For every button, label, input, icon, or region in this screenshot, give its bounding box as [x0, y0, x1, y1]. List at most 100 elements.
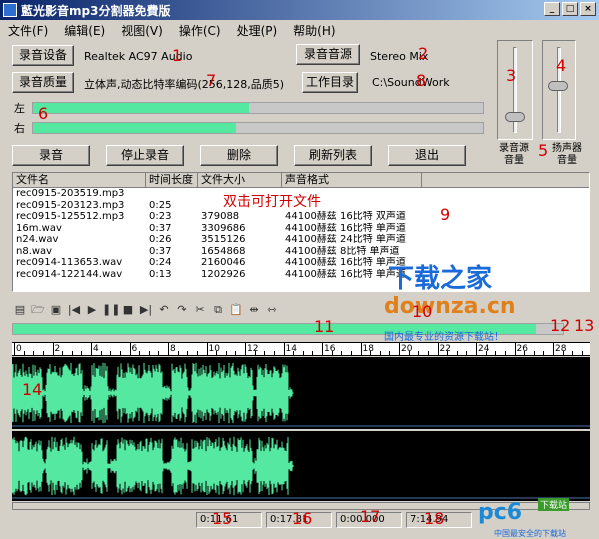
source-volume-label: 录音源 音量: [499, 143, 529, 166]
ruler-tick-label: 22: [439, 344, 451, 354]
cell-duration: 0:37: [149, 222, 172, 234]
ruler-tick: [91, 343, 92, 356]
source-volume-slider[interactable]: [497, 40, 533, 140]
delete-button[interactable]: 删除: [200, 145, 278, 166]
ruler-minor-tick: [81, 351, 83, 356]
list-item[interactable]: rec0914-113653.wav 0:24 2160046 44100赫兹 16比…: [13, 257, 589, 269]
ruler-tick-label: 28: [555, 344, 567, 354]
refresh-list-button[interactable]: 刷新列表: [294, 145, 372, 166]
ruler-minor-tick: [235, 351, 237, 356]
annotation-6: 6: [38, 104, 49, 123]
menu-process[interactable]: 处理(P): [229, 22, 286, 39]
ruler-tick: [322, 343, 323, 356]
ruler-minor-tick: [312, 351, 314, 356]
ruler-minor-tick: [370, 351, 372, 356]
cell-filesize: 379088: [201, 211, 240, 222]
record-quality-button[interactable]: 录音质量: [12, 72, 74, 93]
cell-filesize: 1654868: [201, 245, 246, 257]
list-item[interactable]: 16m.wav 0:37 3309686 44100赫兹 16比特 单声道: [13, 223, 589, 235]
annotation-18: 18: [424, 509, 445, 528]
watermark-pc6: pc6: [478, 500, 523, 525]
menu-view[interactable]: 视图(V): [113, 22, 171, 39]
speaker-volume-slider[interactable]: [542, 40, 576, 140]
cell-filename: rec0914-122144.wav: [16, 268, 123, 280]
split-icon[interactable]: ⇿: [264, 302, 280, 318]
close-button[interactable]: ×: [580, 2, 596, 16]
cell-duration: 0:26: [149, 234, 172, 245]
col-format[interactable]: 声音格式: [282, 173, 422, 187]
annotation-1: 1: [172, 46, 183, 65]
left-channel-label: 左: [14, 102, 25, 115]
ruler-minor-tick: [196, 351, 198, 356]
ruler-minor-tick: [33, 351, 35, 356]
col-duration[interactable]: 时间长度: [146, 173, 198, 187]
trim-icon[interactable]: ⇹: [246, 302, 262, 318]
annotation-11: 11: [314, 317, 335, 336]
redo-icon[interactable]: ↷: [174, 302, 190, 318]
cell-format: 44100赫兹 24比特 单声道: [285, 234, 406, 245]
list-item[interactable]: rec0915-125512.mp3 0:23 379088 44100赫兹 16比特…: [13, 211, 589, 223]
cell-format: 44100赫兹 16比特 单声道: [285, 222, 406, 234]
list-item[interactable]: n24.wav 0:26 3515126 44100赫兹 24比特 单声道: [13, 234, 589, 246]
ruler-minor-tick: [447, 351, 449, 356]
speaker-volume-thumb[interactable]: [548, 81, 568, 92]
ruler-minor-tick: [379, 351, 381, 356]
cell-duration: [146, 188, 198, 200]
list-item[interactable]: n8.wav 0:37 1654868 44100赫兹 8比特 单声道: [13, 246, 589, 258]
skip-back-icon[interactable]: |◀: [66, 302, 82, 318]
minimize-button[interactable]: _: [544, 2, 560, 16]
ruler-tick-label: 16: [324, 344, 336, 354]
cell-duration: 0:37: [149, 245, 172, 257]
play-icon[interactable]: ▶: [84, 302, 100, 318]
open-folder-icon[interactable]: 🗁: [30, 302, 46, 318]
source-volume-thumb[interactable]: [505, 111, 525, 122]
ruler-minor-tick: [408, 351, 410, 356]
exit-button[interactable]: 退出: [388, 145, 466, 166]
skip-forward-icon[interactable]: ▶|: [138, 302, 154, 318]
copy-icon[interactable]: ⧉: [210, 302, 226, 318]
file-list[interactable]: 文件名 时间长度 文件大小 声音格式 rec0915-203519.mp3 rec…: [12, 172, 590, 292]
cell-filesize: 1202926: [201, 268, 246, 280]
list-item[interactable]: rec0914-122144.wav 0:13 1202926 44100赫兹 16比…: [13, 269, 589, 281]
annotation-15: 15: [212, 509, 233, 528]
ruler-minor-tick: [524, 351, 526, 356]
waveform-right-channel[interactable]: [12, 431, 590, 501]
pause-icon[interactable]: ❚❚: [102, 302, 120, 318]
record-device-button[interactable]: 录音设备: [12, 45, 74, 66]
menu-help[interactable]: 帮助(H): [285, 22, 343, 39]
ruler-minor-tick: [504, 351, 506, 356]
paste-icon[interactable]: 📋: [228, 302, 244, 318]
annotation-12: 12: [550, 316, 571, 335]
save-icon[interactable]: ▣: [48, 302, 64, 318]
ruler-minor-tick: [225, 351, 227, 356]
record-button[interactable]: 录音: [12, 145, 90, 166]
record-source-button[interactable]: 录音音源: [296, 44, 360, 65]
ruler-minor-tick: [139, 351, 141, 356]
menu-file[interactable]: 文件(F): [0, 22, 56, 39]
ruler-minor-tick: [533, 351, 535, 356]
col-filename[interactable]: 文件名: [13, 173, 146, 187]
waveform-trace: [12, 362, 294, 424]
ruler-minor-tick: [293, 351, 295, 356]
ruler-minor-tick: [71, 351, 73, 356]
menu-operation[interactable]: 操作(C): [171, 22, 229, 39]
work-dir-button[interactable]: 工作目录: [302, 72, 358, 93]
annotation-16: 16: [292, 509, 313, 528]
cut-icon[interactable]: ✂: [192, 302, 208, 318]
menu-edit[interactable]: 编辑(E): [56, 22, 113, 39]
stop-icon[interactable]: ■: [120, 302, 136, 318]
undo-icon[interactable]: ↶: [156, 302, 172, 318]
annotation-2: 2: [418, 44, 429, 63]
ruler-minor-tick: [572, 351, 574, 356]
waveform-left-channel[interactable]: [12, 357, 590, 429]
menu-bar: 文件(F) 编辑(E) 视图(V) 操作(C) 处理(P) 帮助(H): [0, 20, 599, 40]
cell-filesize: 3515126: [201, 234, 246, 245]
stop-record-button[interactable]: 停止录音: [106, 145, 184, 166]
ruler-minor-tick: [485, 351, 487, 356]
col-filesize[interactable]: 文件大小: [198, 173, 282, 187]
maximize-button[interactable]: □: [562, 2, 578, 16]
watermark-downza: 下载之家: [388, 264, 493, 294]
open-icon[interactable]: ▤: [12, 302, 28, 318]
cell-filesize: 2160046: [201, 257, 246, 268]
left-level-fill: [33, 103, 249, 113]
